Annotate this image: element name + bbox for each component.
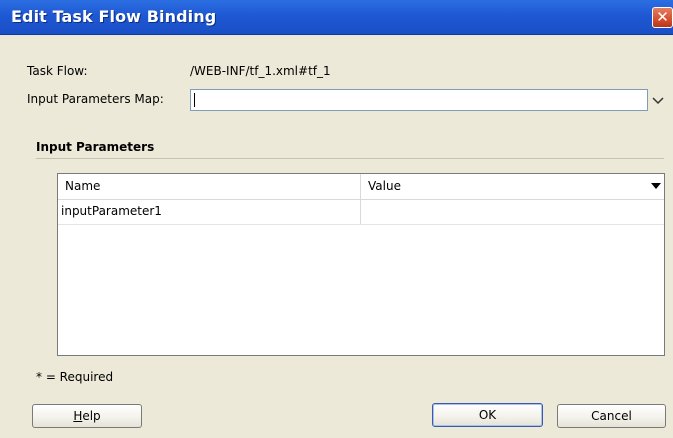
task-flow-label: Task Flow: <box>27 64 88 78</box>
cancel-button[interactable]: Cancel <box>557 404 666 428</box>
close-button[interactable]: ✕ <box>652 7 673 28</box>
title-bar[interactable]: Edit Task Flow Binding ✕ <box>0 0 673 35</box>
column-header-value[interactable]: Value <box>368 174 401 198</box>
help-mnemonic: H <box>73 409 83 423</box>
close-icon: ✕ <box>656 8 669 26</box>
input-parameters-heading: Input Parameters <box>36 140 155 154</box>
input-parameters-map-label: Input Parameters Map: <box>27 92 164 106</box>
column-menu-arrow-icon[interactable] <box>651 183 661 189</box>
edit-task-flow-binding-dialog: Edit Task Flow Binding ✕ Task Flow: /WEB… <box>0 0 673 438</box>
task-flow-value: /WEB-INF/tf_1.xml#tf_1 <box>190 64 331 78</box>
chevron-down-icon[interactable] <box>650 92 666 108</box>
table-row[interactable]: inputParameter1 <box>58 199 664 225</box>
column-header-name[interactable]: Name <box>65 174 100 198</box>
table-header: Name Value <box>58 174 664 200</box>
help-button[interactable]: Help <box>32 404 142 428</box>
section-divider <box>36 158 664 159</box>
required-note: * = Required <box>36 370 114 384</box>
input-parameters-map-field[interactable] <box>190 89 648 111</box>
row-name-cell[interactable]: inputParameter1 <box>61 199 162 223</box>
text-caret <box>194 93 195 107</box>
input-parameters-table: Name Value inputParameter1 <box>57 173 665 356</box>
ok-button[interactable]: OK <box>432 403 543 427</box>
window-title: Edit Task Flow Binding <box>11 7 217 26</box>
help-label-rest: elp <box>82 409 101 423</box>
